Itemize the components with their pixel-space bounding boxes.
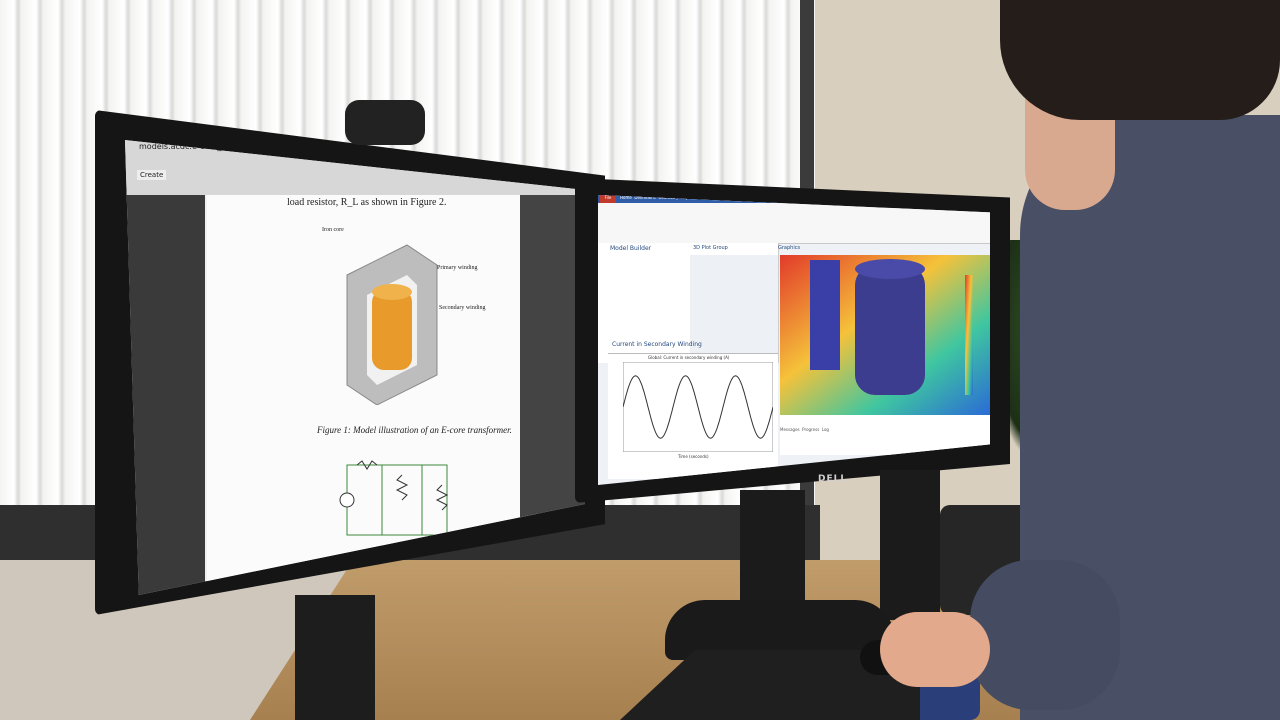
pdf-text-line: load resistor, R_L as shown in Figure 2. xyxy=(287,197,447,208)
x-axis-label: Time (seconds) xyxy=(678,454,709,459)
tab-log[interactable]: Log xyxy=(822,427,829,432)
messages-bar: Messages Progress Log xyxy=(780,427,990,437)
label-primary-winding: Primary winding xyxy=(437,265,478,271)
rear-stand xyxy=(880,470,940,620)
label-iron-core: Iron core xyxy=(322,227,344,233)
graph-heading: Global: Current in secondary winding (A) xyxy=(648,355,730,360)
create-button[interactable]: Create xyxy=(137,170,167,180)
graphics-title: Graphics xyxy=(778,245,801,251)
figure-caption: Figure 1: Model illustration of an E-cor… xyxy=(317,425,512,435)
settings-panel xyxy=(690,255,778,365)
person-hair xyxy=(1000,0,1280,120)
tab-messages[interactable]: Messages xyxy=(780,427,800,432)
transformer-illustration xyxy=(346,244,438,405)
tab-progress[interactable]: Progress xyxy=(802,427,819,432)
line-plot-panel: Global: Current in secondary winding (A)… xyxy=(608,353,778,479)
settings-title: 3D Plot Group xyxy=(693,245,728,251)
navigation-pane xyxy=(125,195,205,595)
graphics-window xyxy=(780,255,990,455)
person-sleeve xyxy=(970,560,1120,710)
webcam-icon xyxy=(345,100,425,145)
file-tab[interactable]: File xyxy=(600,195,616,203)
3d-field-plot xyxy=(780,255,990,415)
model-builder-title: Model Builder xyxy=(610,245,652,252)
sine-chart xyxy=(623,362,773,452)
label-secondary-winding: Secondary winding xyxy=(439,305,486,311)
right-monitor-screen: File Home Definitions Geometry Physics M… xyxy=(598,195,990,485)
left-monitor-stand xyxy=(295,595,375,720)
circuit-diagram xyxy=(339,460,449,536)
person-hand xyxy=(880,612,990,687)
dell-logo: DELL xyxy=(818,474,848,484)
plot-title: Current in Secondary Winding xyxy=(612,341,702,348)
